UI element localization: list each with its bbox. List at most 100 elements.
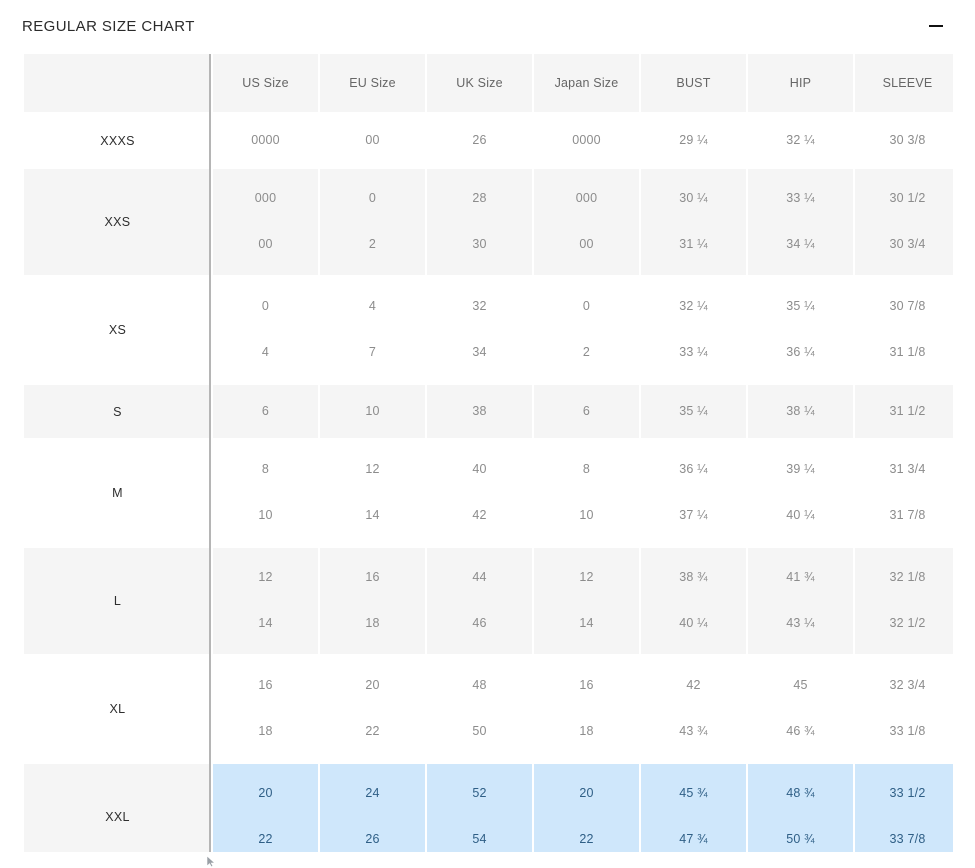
cell-xxs-bust[interactable]: 30 ¼ 31 ¼ (641, 169, 746, 275)
cell-values: 000 00 (534, 169, 639, 275)
cell-value: 38 ¾ (679, 570, 708, 585)
cell-l-eu-size[interactable]: 16 18 (320, 548, 425, 654)
cell-xs-us-size[interactable]: 04 (213, 277, 318, 383)
cell-l-hip[interactable]: 41 ¾ 43 ¼ (748, 548, 853, 654)
cell-value: 18 (258, 724, 273, 738)
cell-values: 35 ¼ 36 ¼ (748, 277, 853, 383)
size-chart-table: US Size EU Size UK Size Japan Size BUST … (22, 52, 953, 852)
cell-value: 12 (579, 570, 594, 585)
table-header-row: US Size EU Size UK Size Japan Size BUST … (24, 54, 953, 112)
cell-xxxs-sleeve[interactable]: 30 3/8 (855, 114, 953, 167)
cell-xxxs-hip[interactable]: 32 ¼ (748, 114, 853, 167)
cell-values: 38 (427, 385, 532, 438)
size-label-l: L (24, 548, 211, 654)
cell-xs-japan-size[interactable]: 02 (534, 277, 639, 383)
cell-xxl-eu-size[interactable]: 24 26 (320, 764, 425, 852)
cell-value: 43 ¼ (786, 616, 815, 630)
cell-s-bust[interactable]: 35 ¼ (641, 385, 746, 438)
cell-value: 48 ¾ (786, 786, 815, 801)
cell-value: 30 1/2 (889, 191, 926, 206)
cell-value: 8 (582, 462, 591, 477)
cell-m-hip[interactable]: 39 ¼ 40 ¼ (748, 440, 853, 546)
cell-value: 0000 (251, 132, 280, 147)
cell-xs-uk-size[interactable]: 32 34 (427, 277, 532, 383)
cell-xxl-hip[interactable]: 48 ¾ 50 ¾ (748, 764, 853, 852)
cell-value: 33 1/8 (889, 724, 926, 738)
cell-xxs-sleeve[interactable]: 30 1/2 30 3/4 (855, 169, 953, 275)
cell-xl-sleeve[interactable]: 32 3/4 33 1/8 (855, 656, 953, 762)
cell-xs-hip[interactable]: 35 ¼ 36 ¼ (748, 277, 853, 383)
size-label-s: S (24, 385, 211, 438)
minus-icon (929, 24, 943, 28)
size-chart-table-container: US Size EU Size UK Size Japan Size BUST … (22, 52, 953, 852)
column-header-uk-size: UK Size (427, 54, 532, 112)
cell-value: 12 (258, 570, 273, 585)
cell-xxxs-us-size[interactable]: 0000 (213, 114, 318, 167)
cell-value: 50 ¾ (786, 832, 815, 846)
cell-xs-sleeve[interactable]: 30 7/8 31 1/8 (855, 277, 953, 383)
cell-value: 30 (472, 237, 487, 251)
cell-xxs-hip[interactable]: 33 ¼ 34 ¼ (748, 169, 853, 275)
cell-value: 4 (261, 345, 270, 359)
cell-value: 2 (368, 237, 377, 251)
cell-l-bust[interactable]: 38 ¾ 40 ¼ (641, 548, 746, 654)
cell-xxs-us-size[interactable]: 000 00 (213, 169, 318, 275)
cell-l-sleeve[interactable]: 32 1/8 32 1/2 (855, 548, 953, 654)
cell-xxl-uk-size[interactable]: 52 54 (427, 764, 532, 852)
cell-m-us-size[interactable]: 8 10 (213, 440, 318, 546)
cell-values: 20 22 (320, 656, 425, 762)
cell-values: 41 ¾ 43 ¼ (748, 548, 853, 654)
cell-value: 0 (582, 299, 591, 314)
cell-m-bust[interactable]: 36 ¼ 37 ¼ (641, 440, 746, 546)
cell-xl-bust[interactable]: 42 43 ¾ (641, 656, 746, 762)
cell-value: 18 (579, 724, 594, 738)
table-row: XXL 20 22 24 26 52 54 20 22 45 ¾ 47 ¾ 48 ¾ 50 ¾ 33 1/… (24, 764, 953, 852)
cell-value: 43 ¾ (679, 724, 708, 738)
size-label-m: M (24, 440, 211, 546)
cell-value: 33 1/2 (889, 786, 926, 801)
cell-s-japan-size[interactable]: 6 (534, 385, 639, 438)
collapse-button[interactable] (925, 15, 947, 37)
cell-xxl-japan-size[interactable]: 20 22 (534, 764, 639, 852)
cell-value: 16 (579, 678, 594, 693)
cell-s-sleeve[interactable]: 31 1/2 (855, 385, 953, 438)
cell-xl-uk-size[interactable]: 48 50 (427, 656, 532, 762)
cell-values: 42 43 ¾ (641, 656, 746, 762)
cell-s-uk-size[interactable]: 38 (427, 385, 532, 438)
cell-xl-eu-size[interactable]: 20 22 (320, 656, 425, 762)
cell-xl-hip[interactable]: 45 46 ¾ (748, 656, 853, 762)
cell-m-eu-size[interactable]: 12 14 (320, 440, 425, 546)
cell-xxl-us-size[interactable]: 20 22 (213, 764, 318, 852)
cell-values: 31 3/4 31 7/8 (855, 440, 953, 546)
cell-xxxs-uk-size[interactable]: 26 (427, 114, 532, 167)
cell-xxl-sleeve[interactable]: 33 1/2 33 7/8 (855, 764, 953, 852)
cell-xl-japan-size[interactable]: 16 18 (534, 656, 639, 762)
cell-s-us-size[interactable]: 6 (213, 385, 318, 438)
cell-xl-us-size[interactable]: 16 18 (213, 656, 318, 762)
cell-l-japan-size[interactable]: 12 14 (534, 548, 639, 654)
cell-xxxs-bust[interactable]: 29 ¼ (641, 114, 746, 167)
cell-values: 12 14 (213, 548, 318, 654)
cell-value: 6 (261, 403, 270, 418)
cell-values: 0000 (213, 114, 318, 167)
cell-value: 44 (472, 570, 487, 585)
size-label-xs: XS (24, 277, 211, 383)
cell-m-japan-size[interactable]: 8 10 (534, 440, 639, 546)
cell-l-uk-size[interactable]: 44 46 (427, 548, 532, 654)
cell-xs-bust[interactable]: 32 ¼ 33 ¼ (641, 277, 746, 383)
cell-m-sleeve[interactable]: 31 3/4 31 7/8 (855, 440, 953, 546)
cell-value: 20 (258, 786, 273, 801)
cell-xxl-bust[interactable]: 45 ¾ 47 ¾ (641, 764, 746, 852)
cell-s-eu-size[interactable]: 10 (320, 385, 425, 438)
cell-value: 16 (365, 570, 380, 585)
cell-xxxs-japan-size[interactable]: 0000 (534, 114, 639, 167)
cell-xxxs-eu-size[interactable]: 00 (320, 114, 425, 167)
cell-xxs-uk-size[interactable]: 28 30 (427, 169, 532, 275)
cell-l-us-size[interactable]: 12 14 (213, 548, 318, 654)
cell-xs-eu-size[interactable]: 47 (320, 277, 425, 383)
cell-m-uk-size[interactable]: 40 42 (427, 440, 532, 546)
cell-s-hip[interactable]: 38 ¼ (748, 385, 853, 438)
cell-xxs-eu-size[interactable]: 02 (320, 169, 425, 275)
cell-value: 32 ¼ (679, 299, 708, 314)
cell-xxs-japan-size[interactable]: 000 00 (534, 169, 639, 275)
